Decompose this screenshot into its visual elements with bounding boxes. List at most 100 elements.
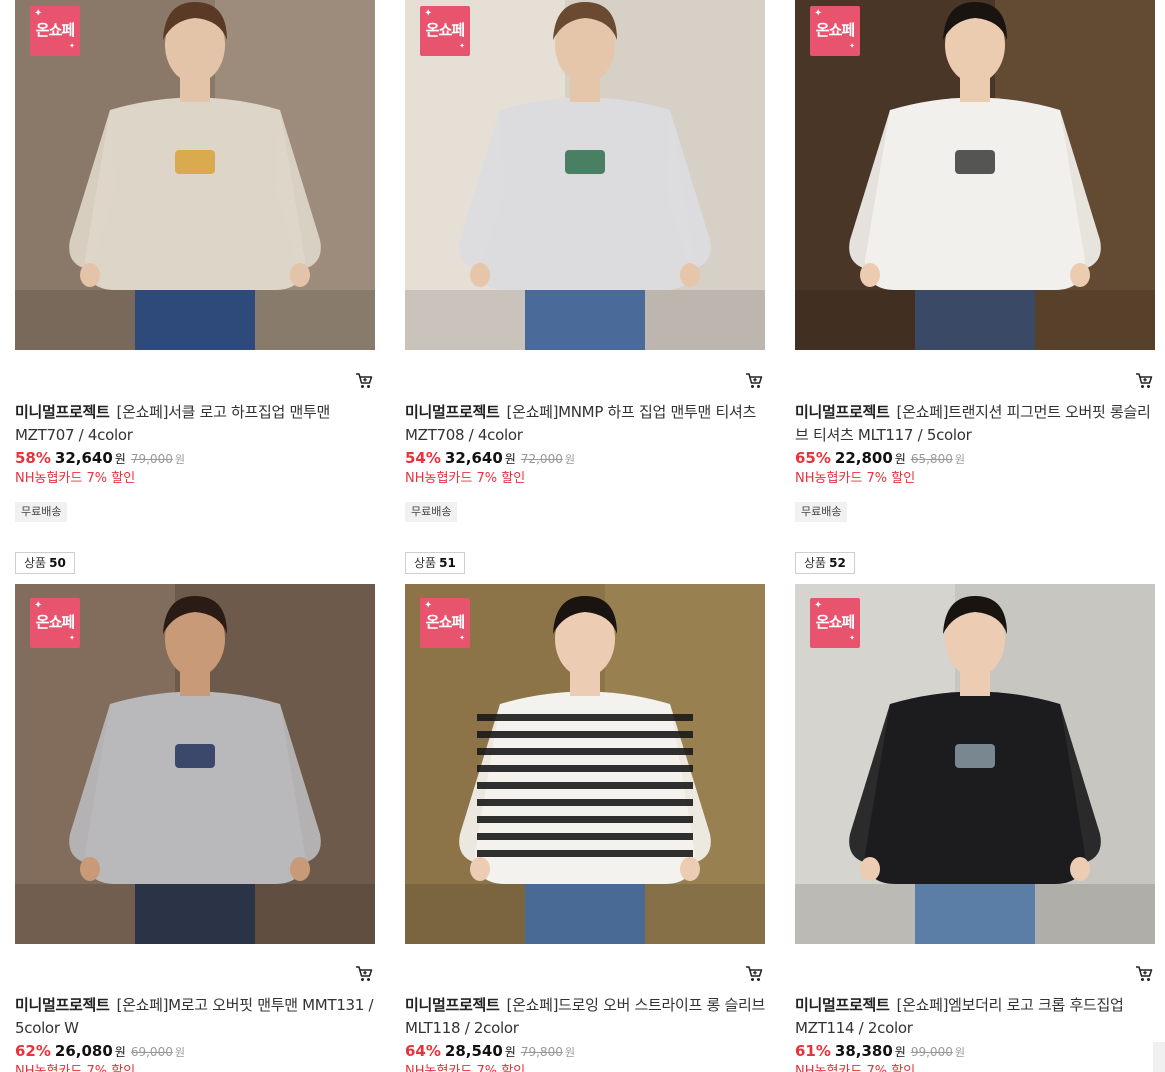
onshope-badge: ✦ ✦ 온쇼페 [420, 598, 470, 648]
original-currency-unit: 원 [564, 453, 575, 466]
product-image[interactable]: ✦ ✦ 온쇼페 [795, 0, 1155, 350]
sale-price: 22,800 [834, 449, 893, 467]
discount-rate: 65% [795, 449, 831, 467]
free-shipping-tag: 무료배송 [405, 502, 458, 522]
currency-unit: 원 [504, 452, 516, 466]
sparkle-icon: ✦ [69, 634, 75, 642]
brand-name[interactable]: 미니멀프로젝트 [15, 403, 110, 421]
sparkle-icon: ✦ [424, 600, 433, 611]
sparkle-icon: ✦ [69, 42, 75, 50]
sparkle-icon: ✦ [459, 634, 465, 642]
sparkle-icon: ✦ [849, 634, 855, 642]
sale-price: 32,640 [444, 449, 503, 467]
product-info: 미니멀프로젝트 [온쇼페]M로고 오버핏 맨투맨 MMT131 / 5color … [15, 994, 375, 1072]
original-price: 79,000 [130, 452, 173, 466]
discount-rate: 64% [405, 1042, 441, 1060]
original-currency-unit: 원 [564, 1046, 575, 1059]
product-image[interactable]: ✦ ✦ 온쇼페 [405, 0, 765, 350]
sparkle-icon: ✦ [814, 600, 823, 611]
discount-rate: 62% [15, 1042, 51, 1060]
scrollbar[interactable] [1153, 1042, 1165, 1072]
product-info: 미니멀프로젝트 [온쇼페]드로잉 오버 스트라이프 롱 슬리브 MLT118 / … [405, 994, 765, 1072]
sale-price: 26,080 [54, 1042, 113, 1060]
product-image[interactable]: ✦ ✦ 온쇼페 [795, 584, 1155, 944]
rank-label: 상품 [414, 556, 437, 570]
sparkle-icon: ✦ [34, 8, 43, 19]
badge-label: 온쇼페 [425, 21, 465, 39]
discount-rate: 61% [795, 1042, 831, 1060]
cart-icon[interactable] [355, 965, 375, 985]
brand-name[interactable]: 미니멀프로젝트 [405, 996, 500, 1014]
product-title[interactable]: 미니멀프로젝트 [온쇼페]트랜지션 피그먼트 오버핏 롱슬리브 티셔츠 MLT11… [795, 401, 1155, 447]
onshope-badge: ✦ ✦ 온쇼페 [420, 6, 470, 56]
currency-unit: 원 [504, 1045, 516, 1059]
original-price: 65,800 [910, 452, 953, 466]
price-row: 61% 38,380 원 99,000 원 [795, 1041, 1155, 1063]
rank-number: 52 [829, 556, 846, 570]
price-row: 58% 32,640 원 79,000 원 [15, 448, 375, 470]
card-discount: NH농협카드 7% 할인 [795, 471, 916, 486]
original-price: 99,000 [910, 1045, 953, 1059]
product-title[interactable]: 미니멀프로젝트 [온쇼페]M로고 오버핏 맨투맨 MMT131 / 5color … [15, 994, 375, 1040]
card-discount: NH농협카드 7% 할인 [405, 1064, 526, 1072]
discount-rate: 54% [405, 449, 441, 467]
sparkle-icon: ✦ [849, 42, 855, 50]
card-discount: NH농협카드 7% 할인 [795, 1064, 916, 1072]
cart-icon[interactable] [745, 372, 765, 392]
currency-unit: 원 [894, 1045, 906, 1059]
badge-label: 온쇼페 [815, 613, 855, 631]
sparkle-icon: ✦ [814, 8, 823, 19]
original-currency-unit: 원 [954, 453, 965, 466]
product-title[interactable]: 미니멀프로젝트 [온쇼페]MNMP 하프 집업 맨투맨 티셔츠 MZT708 / … [405, 401, 765, 447]
cart-icon[interactable] [1135, 372, 1155, 392]
price-row: 54% 32,640 원 72,000 원 [405, 448, 765, 470]
onshope-badge: ✦ ✦ 온쇼페 [30, 6, 80, 56]
product-title[interactable]: 미니멀프로젝트 [온쇼페]서클 로고 하프집업 맨투맨 MZT707 / 4col… [15, 401, 375, 447]
original-price: 69,000 [130, 1045, 173, 1059]
card-discount: NH농협카드 7% 할인 [15, 1064, 136, 1072]
card-discount: NH농협카드 7% 할인 [405, 471, 526, 486]
product-info: 미니멀프로젝트 [온쇼페]서클 로고 하프집업 맨투맨 MZT707 / 4col… [15, 401, 375, 522]
product-image[interactable]: ✦ ✦ 온쇼페 [15, 584, 375, 944]
currency-unit: 원 [894, 452, 906, 466]
brand-name[interactable]: 미니멀프로젝트 [405, 403, 500, 421]
rank-number: 51 [439, 556, 456, 570]
product-info: 미니멀프로젝트 [온쇼페]엠보더리 로고 크롭 후드집업 MZT114 / 2co… [795, 994, 1155, 1072]
brand-name[interactable]: 미니멀프로젝트 [795, 403, 890, 421]
original-currency-unit: 원 [954, 1046, 965, 1059]
rank-tag: 상품 51 [405, 552, 465, 574]
cart-icon[interactable] [1135, 965, 1155, 985]
product-image[interactable]: ✦ ✦ 온쇼페 [15, 0, 375, 350]
discount-rate: 58% [15, 449, 51, 467]
onshope-badge: ✦ ✦ 온쇼페 [810, 6, 860, 56]
rank-number: 50 [49, 556, 66, 570]
rank-tag: 상품 52 [795, 552, 855, 574]
original-price: 72,000 [520, 452, 563, 466]
sale-price: 38,380 [834, 1042, 893, 1060]
price-row: 62% 26,080 원 69,000 원 [15, 1041, 375, 1063]
badge-label: 온쇼페 [35, 613, 75, 631]
onshope-badge: ✦ ✦ 온쇼페 [30, 598, 80, 648]
cart-icon[interactable] [745, 965, 765, 985]
sparkle-icon: ✦ [459, 42, 465, 50]
rank-label: 상품 [24, 556, 47, 570]
product-image[interactable]: ✦ ✦ 온쇼페 [405, 584, 765, 944]
rank-tag: 상품 50 [15, 552, 75, 574]
brand-name[interactable]: 미니멀프로젝트 [795, 996, 890, 1014]
free-shipping-tag: 무료배송 [15, 502, 68, 522]
brand-name[interactable]: 미니멀프로젝트 [15, 996, 110, 1014]
product-info: 미니멀프로젝트 [온쇼페]트랜지션 피그먼트 오버핏 롱슬리브 티셔츠 MLT11… [795, 401, 1155, 522]
product-title[interactable]: 미니멀프로젝트 [온쇼페]엠보더리 로고 크롭 후드집업 MZT114 / 2co… [795, 994, 1155, 1040]
price-row: 65% 22,800 원 65,800 원 [795, 448, 1155, 470]
product-title[interactable]: 미니멀프로젝트 [온쇼페]드로잉 오버 스트라이프 롱 슬리브 MLT118 / … [405, 994, 765, 1040]
original-currency-unit: 원 [174, 1046, 185, 1059]
sparkle-icon: ✦ [424, 8, 433, 19]
free-shipping-tag: 무료배송 [795, 502, 848, 522]
currency-unit: 원 [114, 452, 126, 466]
badge-label: 온쇼페 [815, 21, 855, 39]
currency-unit: 원 [114, 1045, 126, 1059]
original-price: 79,800 [520, 1045, 563, 1059]
price-row: 64% 28,540 원 79,800 원 [405, 1041, 765, 1063]
cart-icon[interactable] [355, 372, 375, 392]
product-grid: ✦ ✦ 온쇼페 미니멀프로젝트 [온쇼페]서클 로고 하프집업 맨투맨 MZT707 /… [0, 0, 1165, 1072]
